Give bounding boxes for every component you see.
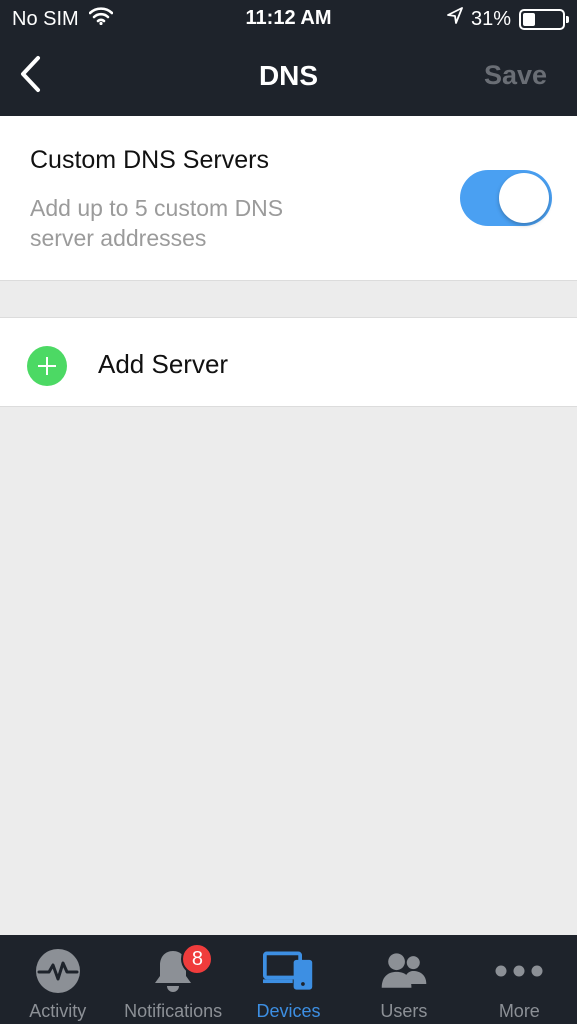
tab-bar: Activity 8 Notifications Devices Users M…: [0, 935, 577, 1024]
chevron-left-icon: [19, 55, 41, 98]
activity-icon: [32, 947, 84, 995]
plus-circle-icon: [27, 346, 67, 386]
add-server-row[interactable]: Add Server: [0, 317, 577, 407]
toggle-knob: [499, 173, 549, 223]
tab-label: Activity: [29, 1001, 87, 1021]
save-button[interactable]: Save: [484, 60, 547, 91]
custom-dns-description: Add up to 5 custom DNS server addresses: [30, 195, 284, 251]
custom-dns-toggle[interactable]: [460, 170, 552, 226]
tab-label: Devices: [256, 1001, 321, 1021]
tab-label: Notifications: [124, 1001, 223, 1021]
custom-dns-title: Custom DNS Servers: [30, 146, 269, 174]
tab-label: Users: [380, 1001, 428, 1021]
battery-level: [523, 12, 535, 26]
nav-bar: DNS Save: [0, 38, 577, 116]
add-server-label: Add Server: [98, 349, 229, 379]
back-button[interactable]: [8, 52, 52, 100]
tab-label: More: [498, 1001, 540, 1021]
tab-more[interactable]: More: [462, 935, 577, 1024]
tab-activity[interactable]: Activity: [0, 935, 115, 1024]
users-icon: [378, 947, 430, 995]
devices-icon: [262, 947, 315, 995]
tab-devices[interactable]: Devices: [231, 935, 346, 1024]
custom-dns-section: Custom DNS Servers Add up to 5 custom DN…: [0, 116, 577, 281]
status-bar: No SIM 11:12 AM 31%: [0, 0, 577, 38]
status-right: 31%: [447, 7, 569, 31]
tab-notifications[interactable]: 8 Notifications: [115, 935, 230, 1024]
battery-icon: [519, 8, 569, 30]
notification-badge: 8: [181, 943, 214, 975]
location-arrow-icon: [447, 7, 463, 31]
more-icon: [493, 947, 545, 995]
tab-users[interactable]: Users: [346, 935, 461, 1024]
battery-percent: 31%: [470, 7, 511, 30]
